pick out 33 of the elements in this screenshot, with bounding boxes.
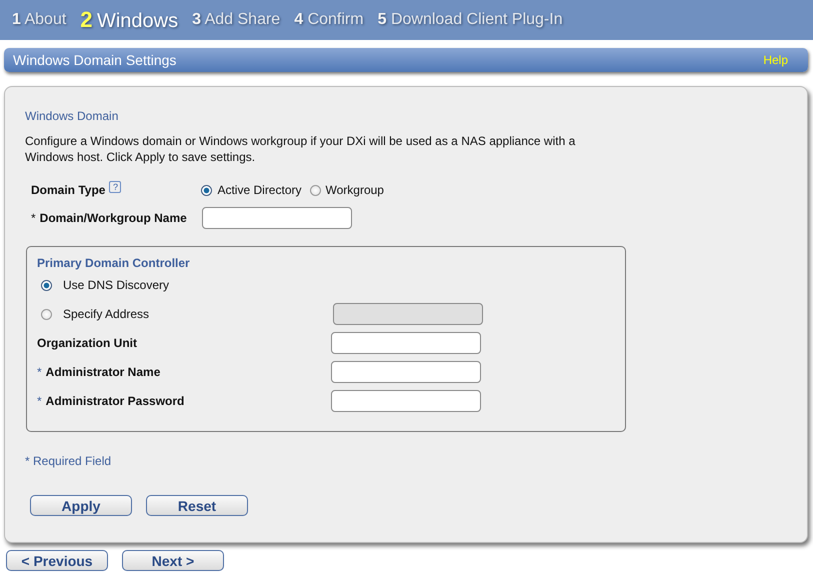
wizard-step[interactable]: 3 Add Share — [192, 11, 280, 29]
wizard-step[interactable]: 2 Windows — [80, 7, 178, 33]
input-field[interactable] — [331, 332, 481, 354]
radio-label: Specify Address — [63, 307, 150, 321]
input-field[interactable] — [331, 361, 481, 383]
wizard-step[interactable]: 5 Download Client Plug-In — [378, 11, 563, 29]
required-field-note: * Required Field — [25, 454, 112, 468]
field-label: * Administrator Name — [37, 365, 162, 379]
form-button[interactable]: Reset — [146, 495, 248, 516]
group-title: Primary Domain Controller — [37, 256, 191, 270]
radio-button[interactable] — [41, 308, 52, 320]
radio-label: Workgroup — [326, 183, 384, 197]
help-link[interactable]: Help — [763, 53, 788, 67]
input-field[interactable] — [331, 390, 481, 412]
input-field[interactable] — [202, 207, 352, 229]
radio-button[interactable] — [201, 184, 212, 196]
field-label: * Domain/Workgroup Name — [31, 211, 188, 225]
form-button[interactable]: Apply — [30, 495, 132, 516]
radio-label: Use DNS Discovery — [63, 278, 170, 292]
field-label: Organization Unit — [37, 336, 138, 350]
field-label: Domain Type — [31, 183, 106, 197]
radio-label: Active Directory — [217, 183, 302, 197]
panel-title: Windows Domain — [25, 109, 120, 123]
radio-button[interactable] — [41, 280, 52, 290]
nav-button[interactable]: Next > — [122, 550, 224, 571]
nav-button[interactable]: < Previous — [6, 550, 108, 571]
wizard-step[interactable]: 1 About — [12, 11, 66, 29]
field-label: * Administrator Password — [37, 394, 186, 408]
radio-button[interactable] — [310, 184, 320, 196]
description-text: Configure a Windows domain or Windows workgroup if your DXi will be used as a NAS appliance with a Windows host. Click Apply to save settings. — [25, 133, 576, 165]
section-title: Windows Domain Settings — [13, 52, 176, 68]
wizard-step[interactable]: 4 Confirm — [294, 11, 364, 29]
help-icon[interactable]: ? — [109, 181, 122, 193]
